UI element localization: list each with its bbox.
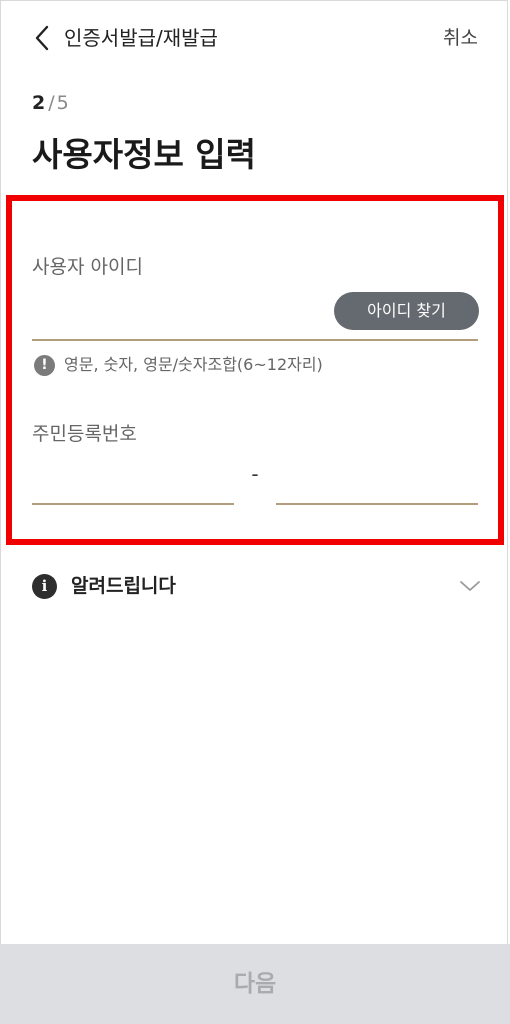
user-id-hint-text: 영문, 숫자, 영문/숫자조합(6~12자리) <box>64 355 323 374</box>
notice-toggle[interactable]: i 알려드립니다 <box>32 566 482 606</box>
cancel-button[interactable]: 취소 <box>443 24 478 52</box>
rrn-separator: - <box>251 462 259 486</box>
info-icon: i <box>32 573 57 599</box>
rrn-label: 주민등록번호 <box>32 423 137 445</box>
header-title: 인증서발급/재발급 <box>64 26 218 50</box>
user-id-hint: ! 영문, 숫자, 영문/숫자조합(6~12자리) <box>34 352 323 378</box>
page-title: 사용자정보 입력 <box>32 135 257 174</box>
chevron-left-icon <box>35 25 49 51</box>
user-id-underline <box>32 339 478 341</box>
user-id-input[interactable] <box>32 290 328 330</box>
chevron-down-icon <box>458 574 482 598</box>
step-total: 5 <box>56 92 69 114</box>
step-indicator: 2/5 <box>32 90 69 116</box>
user-id-label: 사용자 아이디 <box>32 256 143 278</box>
find-id-button[interactable]: 아이디 찾기 <box>334 292 479 330</box>
rrn-front-underline <box>32 503 234 505</box>
app-header: 인증서발급/재발급 취소 <box>0 0 510 76</box>
notice-label: 알려드립니다 <box>71 575 176 597</box>
rrn-back-underline <box>276 503 478 505</box>
rrn-front-input[interactable] <box>32 460 234 500</box>
back-button[interactable] <box>26 22 58 54</box>
next-button[interactable]: 다음 <box>0 944 510 1024</box>
rrn-back-input[interactable] <box>276 460 478 500</box>
step-current: 2 <box>32 92 46 114</box>
step-separator: / <box>48 92 55 114</box>
exclamation-icon: ! <box>34 354 55 376</box>
